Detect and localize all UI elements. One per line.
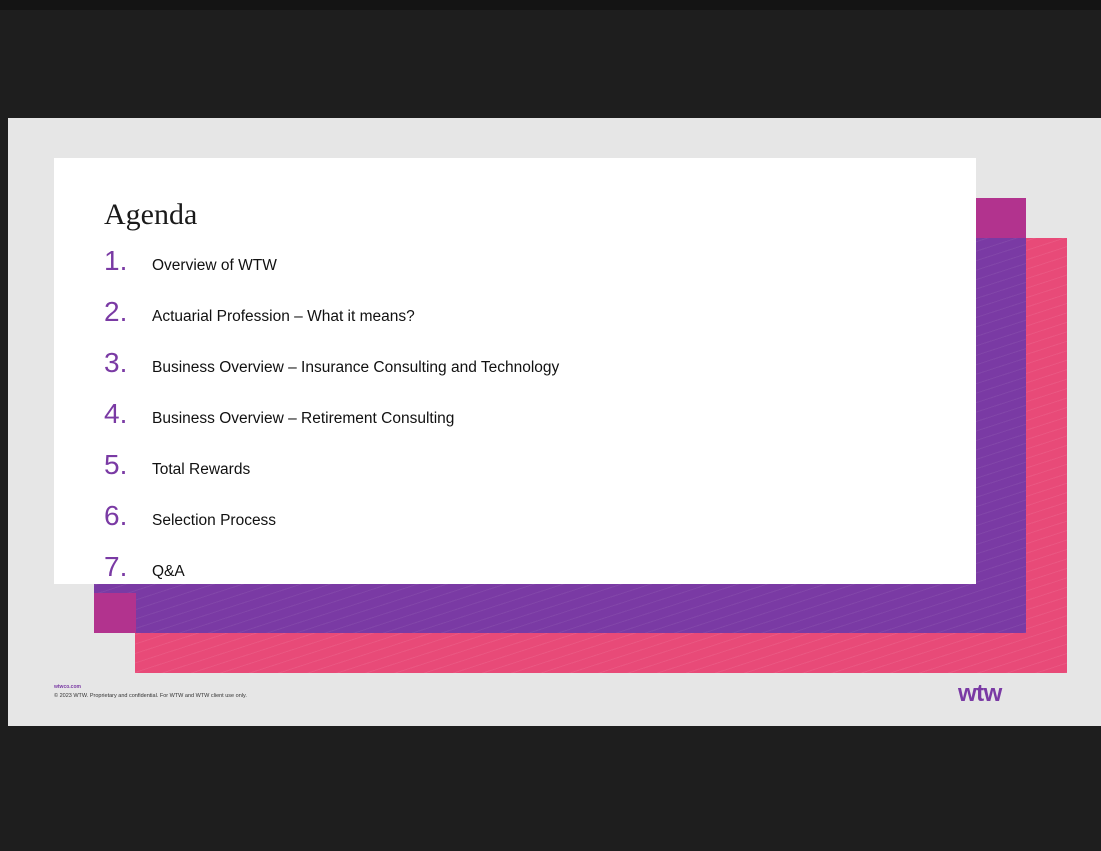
agenda-item-number: 4. [104,398,128,429]
agenda-item-number: 3. [104,347,128,378]
agenda-item-label: Overview of WTW [152,257,277,274]
window-top-bar [0,0,1101,10]
presentation-slide: Agenda 1. Overview of WTW 2. Actuarial P… [8,118,1101,726]
agenda-item-number: 7. [104,551,128,582]
agenda-item-label: Business Overview – Insurance Consulting… [152,359,560,376]
footer-copyright: © 2023 WTW. Proprietary and confidential… [54,693,247,699]
wtw-logo: wtw [958,680,1002,707]
agenda-item-number: 6. [104,500,128,531]
agenda-item-label: Business Overview – Retirement Consultin… [152,410,455,427]
agenda-item-label: Actuarial Profession – What it means? [152,308,415,325]
agenda-item-label: Q&A [152,563,185,580]
decorative-overlap-top [976,198,1026,238]
agenda-card: Agenda 1. Overview of WTW 2. Actuarial P… [54,158,976,584]
agenda-item-number: 5. [104,449,128,480]
decorative-overlap-bottom [94,593,136,633]
footer-url: wtwco.com [54,684,81,690]
agenda-item-label: Total Rewards [152,461,251,478]
agenda-item-label: Selection Process [152,512,277,529]
agenda-title: Agenda [104,198,198,231]
agenda-item-number: 1. [104,245,128,276]
agenda-item-number: 2. [104,296,128,327]
